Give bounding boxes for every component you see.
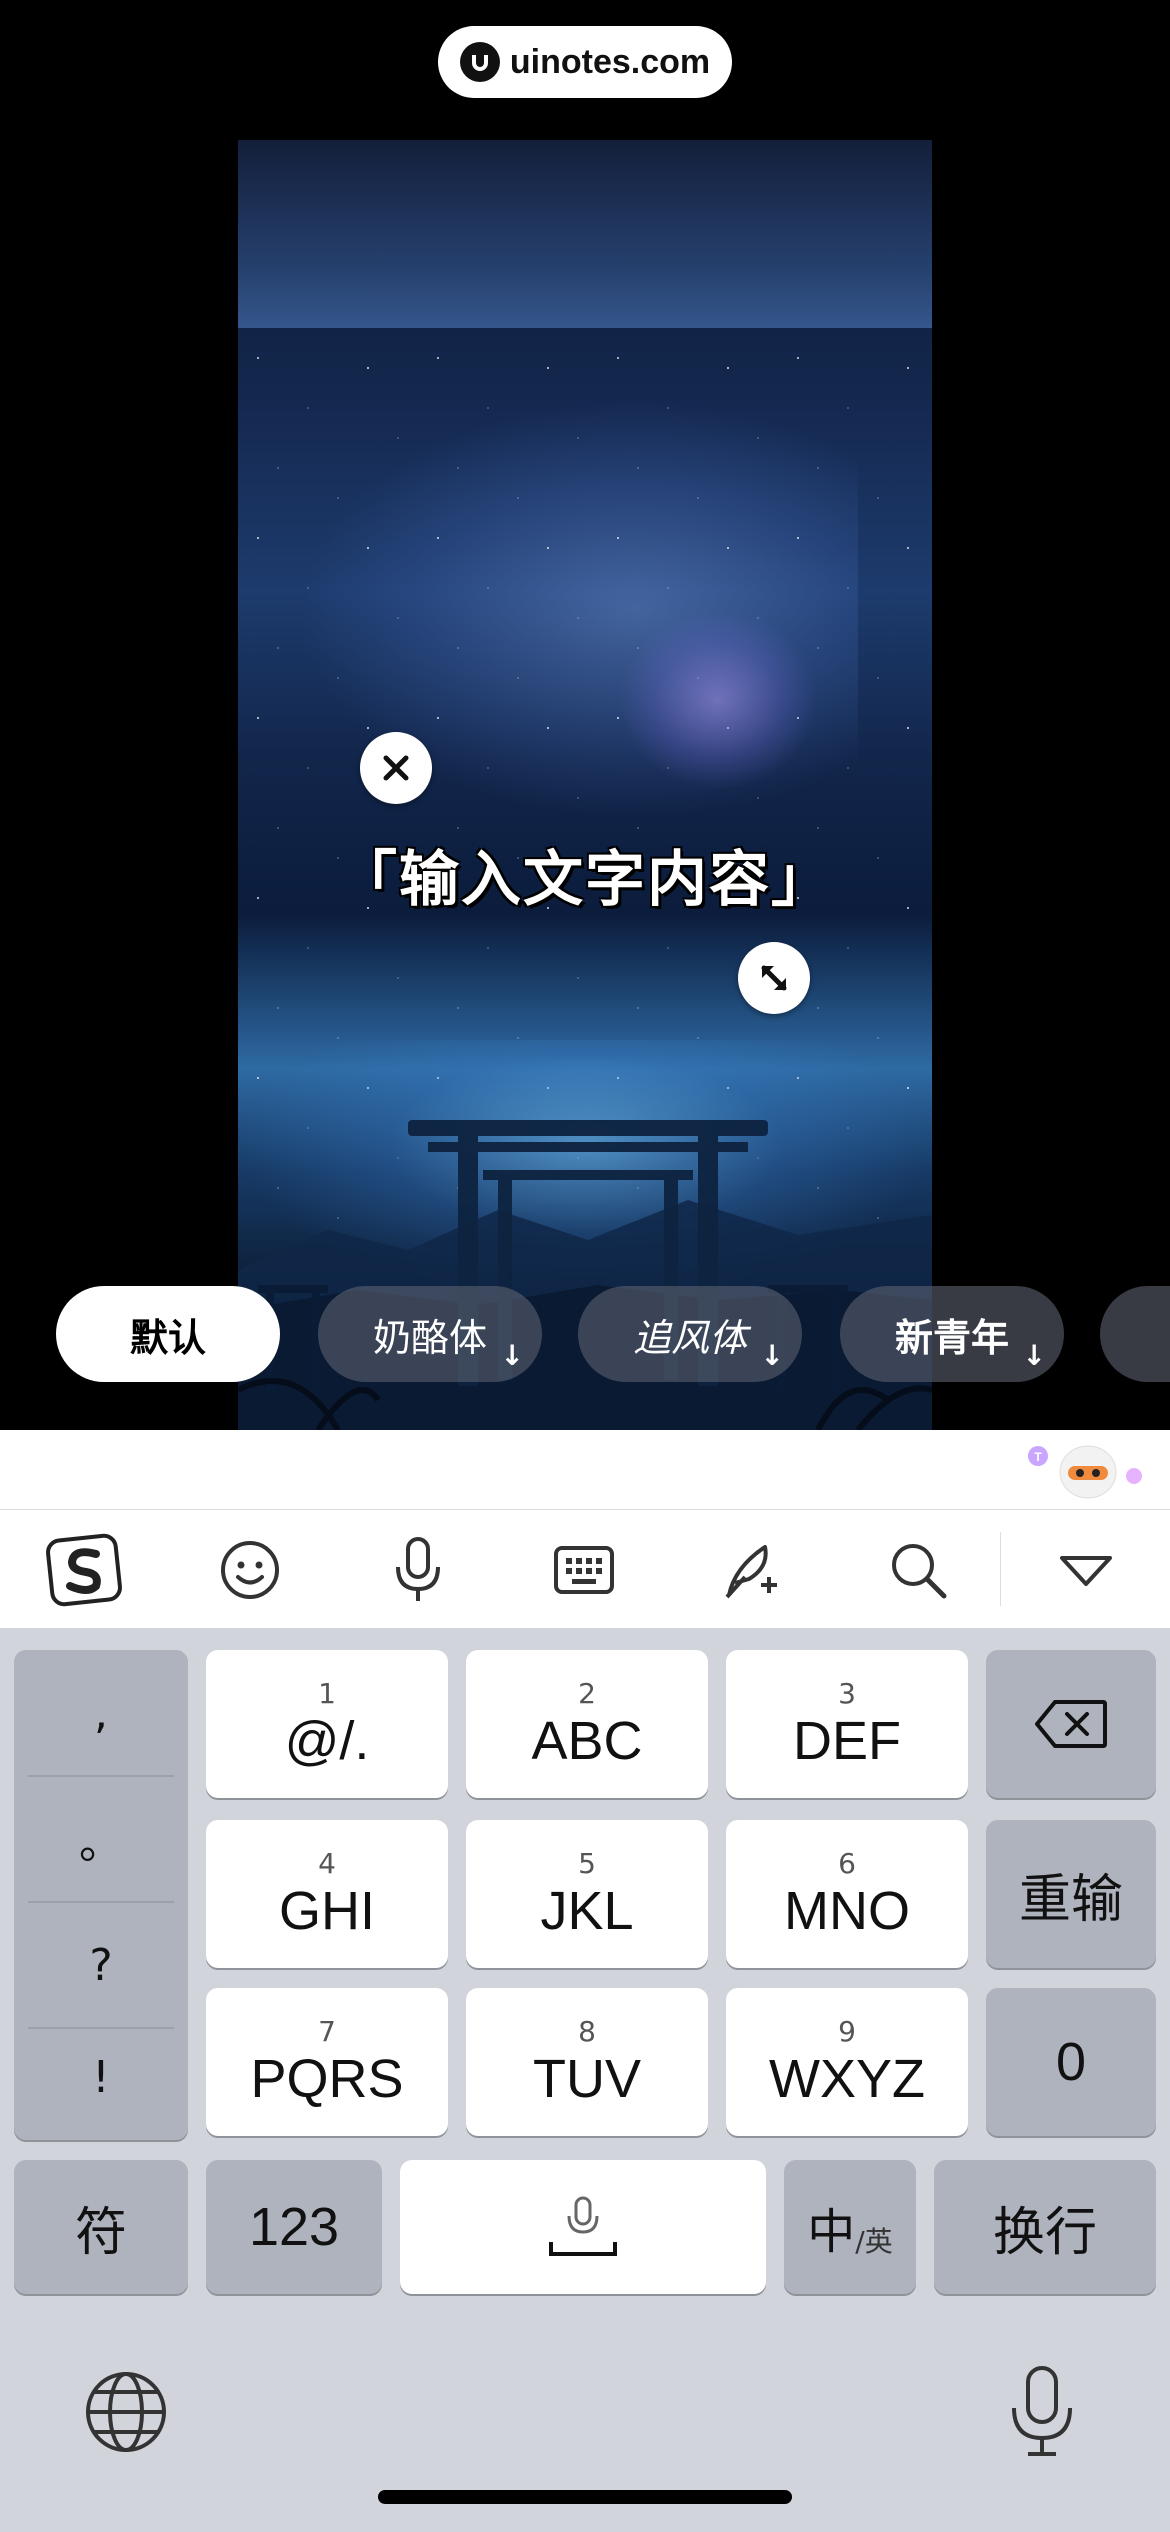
language-switch-key[interactable]: 中 /英 [784,2160,916,2294]
lang-main-label: 中 [807,2204,856,2260]
emoji-icon[interactable] [210,1530,290,1610]
font-chip-chase-wind[interactable]: 追风体 ↓ [578,1286,802,1382]
close-icon [383,755,409,781]
font-chip-default[interactable]: 默认 [56,1286,280,1382]
numbers-label: 123 [248,2197,340,2257]
home-indicator[interactable] [378,2490,792,2504]
svg-text:T: T [1034,1450,1042,1464]
toolbar-divider [1000,1532,1001,1606]
key-letters: PQRS [250,2049,404,2109]
watermark-text: uinotes.com [509,42,711,81]
numbers-key[interactable]: 123 [206,2160,382,2294]
collapse-keyboard-icon[interactable] [1046,1530,1126,1610]
key-1[interactable]: 1 @/. [206,1650,448,1798]
key-letters: @/. [284,1711,370,1771]
font-chip-label: 追风体 [632,1315,747,1360]
punct-key-exclaim[interactable]: ! [14,2014,188,2140]
resize-arrows-icon [761,965,787,991]
key-letters: TUV [533,2049,641,2109]
font-style-selector: 默认 奶酪体 ↓ 追风体 ↓ 新青年 ↓ [0,1286,1170,1382]
backspace-key[interactable] [986,1650,1156,1798]
key-9[interactable]: 9 WXYZ [726,1988,968,2136]
key-letters: MNO [784,1881,910,1941]
key-3[interactable]: 3 DEF [726,1650,968,1798]
punct-key-comma[interactable]: , [14,1650,188,1776]
delete-text-button[interactable] [360,732,432,804]
photo-canvas[interactable] [238,140,932,1430]
dictation-mic-icon[interactable] [1000,2364,1084,2460]
zero-key[interactable]: 0 [986,1988,1156,2136]
key-8[interactable]: 8 TUV [466,1988,708,2136]
punct-key-question[interactable]: ? [14,1902,188,2028]
ime-mascot-icon[interactable]: T [1026,1438,1146,1502]
key-6[interactable]: 6 MNO [726,1820,968,1968]
zero-label: 0 [1055,2032,1087,2092]
download-arrow-icon: ↓ [1022,1339,1046,1372]
symbols-key[interactable]: 符 [14,2160,188,2294]
key-letters: JKL [540,1881,634,1941]
key-number: 3 [838,1677,856,1710]
uinotes-logo-icon [459,42,500,82]
key-number: 9 [838,2015,856,2048]
canvas-padding-top [238,140,932,328]
symbols-label: 符 [74,2202,127,2263]
handwriting-icon[interactable] [712,1530,792,1610]
font-chip-new-youth[interactable]: 新青年 ↓ [840,1286,1064,1382]
font-chip-label: 新青年 [894,1315,1009,1360]
key-letters: GHI [278,1881,375,1941]
watermark-badge: uinotes.com [438,26,732,98]
reenter-key[interactable]: 重输 [986,1820,1156,1968]
globe-icon[interactable] [84,2370,168,2454]
search-icon[interactable] [878,1530,958,1610]
key-5[interactable]: 5 JKL [466,1820,708,1968]
font-chip-more[interactable] [1100,1286,1170,1382]
font-chip-cheese[interactable]: 奶酪体 ↓ [318,1286,542,1382]
key-letters: DEF [793,1711,901,1771]
candidate-bar: T [0,1430,1170,1510]
download-arrow-icon: ↓ [760,1339,784,1372]
key-number: 5 [578,1847,596,1880]
key-letters: WXYZ [769,2049,925,2109]
font-chip-label: 奶酪体 [372,1315,487,1360]
ime-toolbar [0,1510,1170,1628]
space-key[interactable] [400,2160,766,2294]
screen: uinotes.com 「输入文字内容」 默认 奶酪体 ↓ 追风体 ↓ 新青年 … [0,0,1170,2532]
backspace-icon [1035,1700,1107,1748]
key-2[interactable]: 2 ABC [466,1650,708,1798]
lang-sub-label: /英 [855,2225,893,2258]
nebula [618,610,818,790]
key-number: 1 [318,1677,336,1710]
key-letters: ABC [531,1711,643,1771]
key-number: 8 [578,2015,596,2048]
font-chip-label: 默认 [129,1315,206,1360]
text-sticker[interactable]: 「输入文字内容」 [337,826,832,922]
punct-key-period[interactable]: 。 [14,1776,188,1902]
key-7[interactable]: 7 PQRS [206,1988,448,2136]
enter-key[interactable]: 换行 [934,2160,1156,2294]
reenter-label: 重输 [1018,1869,1123,1930]
punctuation-column[interactable]: , 。 ? ! [14,1650,188,2140]
keyboard-icon[interactable] [544,1530,624,1610]
resize-text-handle[interactable] [738,942,810,1014]
key-number: 7 [318,2015,336,2048]
key-number: 4 [318,1847,336,1880]
key-number: 6 [838,1847,856,1880]
enter-label: 换行 [992,2202,1097,2263]
voice-icon[interactable] [378,1530,458,1610]
download-arrow-icon: ↓ [500,1339,524,1372]
key-4[interactable]: 4 GHI [206,1820,448,1968]
sogou-logo-icon[interactable] [44,1530,124,1610]
key-number: 2 [578,1677,596,1710]
space-mic-icon [549,2196,617,2256]
